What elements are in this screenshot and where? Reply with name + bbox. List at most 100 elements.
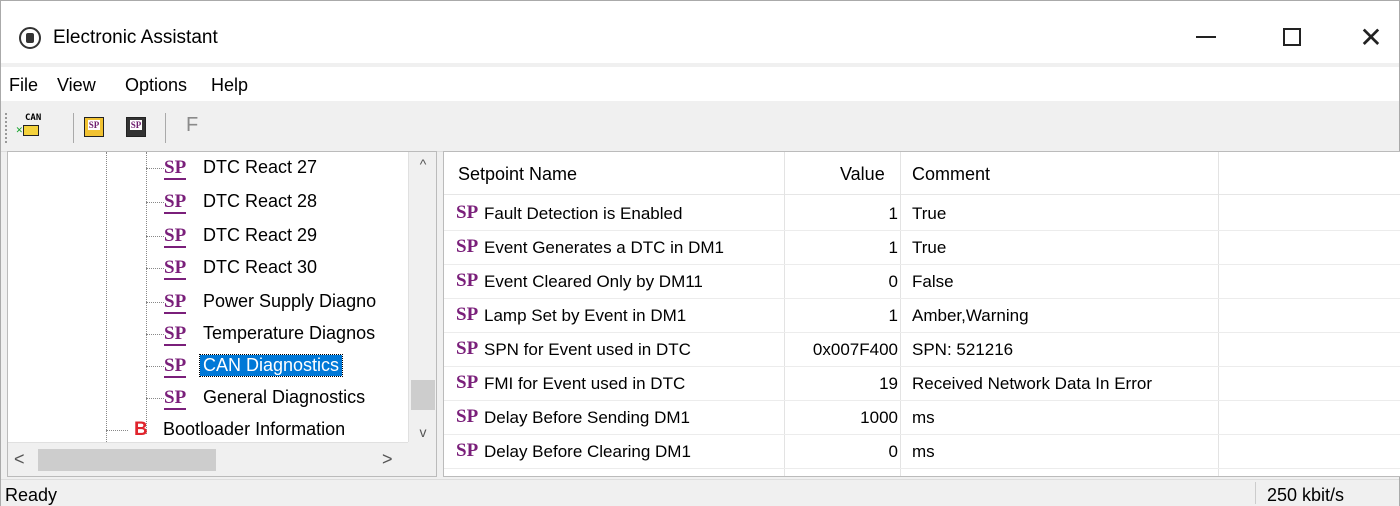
scrollbar-corner — [408, 442, 436, 476]
setpoint-comment: ms — [912, 408, 935, 427]
window-title: Electronic Assistant — [53, 27, 218, 48]
tree-item-label: DTC React 28 — [203, 191, 318, 211]
menu-help[interactable]: Help — [211, 75, 248, 96]
setpoint-icon: SP — [456, 440, 479, 461]
setpoint-value[interactable]: 1000 — [794, 408, 898, 428]
setpoint-icon: SP — [164, 355, 187, 378]
tree-item[interactable]: SP DTC React 30 — [8, 252, 408, 284]
bootloader-icon: B — [134, 419, 148, 440]
setpoint-icon: SP — [456, 270, 479, 291]
setpoint-name: Event Generates a DTC in DM1 — [484, 238, 724, 257]
setpoint-icon: SP — [456, 338, 479, 359]
tree-item-label: DTC React 30 — [203, 257, 318, 277]
tree-item[interactable]: SP Temperature Diagnos — [8, 318, 408, 350]
table-row[interactable]: SP Event Generates a DTC in DM1 1 True — [444, 230, 1400, 265]
setpoint-value[interactable]: 1 — [794, 238, 898, 258]
setpoint-icon: SP — [164, 191, 187, 214]
toolbar-grip[interactable] — [5, 113, 10, 143]
open-setpoint-file-button[interactable]: SP — [81, 113, 109, 141]
setpoint-name: Delay Before Sending DM1 — [484, 408, 691, 427]
can-connect-button[interactable]: CAN ✕ — [15, 113, 43, 141]
title-bar[interactable]: Electronic Assistant ✕ — [1, 1, 1399, 63]
menu-view[interactable]: View — [57, 75, 96, 96]
close-button[interactable]: ✕ — [1346, 17, 1396, 57]
setpoint-comment: Amber,Warning — [912, 306, 1029, 325]
table-row[interactable]: SP Event Cleared Only by DM11 0 False — [444, 264, 1400, 299]
save-setpoint-file-button[interactable]: SP — [123, 113, 151, 141]
setpoint-comment: False — [912, 272, 954, 291]
setpoint-value[interactable]: 0 — [794, 272, 898, 292]
app-window: Electronic Assistant ✕ File View Options… — [0, 0, 1400, 506]
column-header-value[interactable]: Value — [840, 164, 885, 185]
setpoint-value[interactable]: 0x007F400 — [794, 340, 898, 360]
setpoint-icon: SP — [456, 236, 479, 257]
scroll-up-icon[interactable]: ^ — [409, 156, 436, 172]
setpoint-value[interactable]: 0 — [794, 442, 898, 462]
scroll-right-icon[interactable]: > — [382, 449, 393, 470]
setpoint-value[interactable]: 1 — [794, 204, 898, 224]
scroll-down-icon[interactable]: v — [409, 424, 436, 440]
tree-item[interactable]: SP DTC React 28 — [8, 186, 408, 218]
setpoint-value[interactable]: 1 — [794, 306, 898, 326]
setpoint-name: FMI for Event used in DTC — [484, 374, 686, 393]
tree-item-label: DTC React 27 — [203, 157, 318, 177]
tree-item[interactable]: SP DTC React 27 — [8, 152, 408, 184]
setpoint-name: Fault Detection is Enabled — [484, 204, 683, 223]
column-header-name[interactable]: Setpoint Name — [458, 164, 577, 185]
setpoint-icon: SP — [164, 291, 187, 314]
app-logo-icon — [19, 27, 41, 49]
setpoint-comment: Received Network Data In Error — [912, 374, 1152, 393]
open-setpoint-icon: SP — [84, 117, 104, 137]
setpoint-icon: SP — [456, 406, 479, 427]
tree-item[interactable]: SP DTC React 29 — [8, 220, 408, 252]
scroll-thumb[interactable] — [411, 380, 435, 410]
toolbar-separator — [73, 113, 74, 143]
flash-button[interactable]: F — [186, 114, 198, 137]
setpoint-icon: SP — [456, 304, 479, 325]
tree-item-label: Bootloader Information — [163, 419, 346, 439]
setpoint-icon: SP — [164, 387, 187, 410]
scroll-thumb[interactable] — [38, 449, 216, 471]
setpoint-value[interactable]: 19 — [794, 374, 898, 394]
tree-vertical-scrollbar[interactable]: ^ v — [408, 152, 436, 442]
setpoint-icon: SP — [164, 157, 187, 180]
table-row[interactable]: SP SPN for Event used in DTC 0x007F400 S… — [444, 332, 1400, 367]
tree-item-label: Temperature Diagnos — [203, 323, 376, 343]
setpoint-icon: SP — [456, 202, 479, 223]
tree-item-label: DTC React 29 — [203, 225, 318, 245]
table-row[interactable]: SP Fault Detection is Enabled 1 True — [444, 196, 1400, 231]
setpoint-name: SPN for Event used in DTC — [484, 340, 691, 359]
menu-file[interactable]: File — [9, 75, 38, 96]
menu-options[interactable]: Options — [125, 75, 187, 96]
tree-horizontal-scrollbar[interactable]: < > — [8, 442, 408, 476]
setpoint-icon: SP — [456, 372, 479, 393]
status-text: Ready — [5, 485, 58, 505]
setpoint-tree[interactable]: SP DTC React 27 SP DTC React 28 SP DTC R… — [7, 151, 437, 477]
maximize-button[interactable] — [1267, 17, 1317, 57]
table-row[interactable]: SP FMI for Event used in DTC 19 Received… — [444, 366, 1400, 401]
setpoint-icon: SP — [164, 257, 187, 280]
tree-item-label: General Diagnostics — [203, 387, 366, 407]
table-row[interactable]: SP Delay Before Clearing DM1 0 ms — [444, 434, 1400, 469]
menu-bar: File View Options Help — [1, 67, 1399, 101]
tree-item-label: CAN Diagnostics — [198, 354, 344, 377]
can-connect-icon: CAN — [25, 113, 42, 123]
save-setpoint-icon: SP — [126, 117, 146, 137]
scroll-left-icon[interactable]: < — [14, 449, 25, 470]
setpoint-comment: True — [912, 204, 947, 223]
table-header: Setpoint Name Value Comment — [444, 152, 1400, 195]
tree-item-selected[interactable]: SP CAN Diagnostics — [8, 350, 408, 382]
table-row[interactable]: SP Delay Before Sending DM1 1000 ms — [444, 400, 1400, 435]
minimize-button[interactable] — [1181, 17, 1231, 57]
toolbar: CAN ✕ SP SP F — [1, 103, 1399, 152]
tree-item[interactable]: SP Power Supply Diagno — [8, 286, 408, 318]
tree-item[interactable]: SP General Diagnostics — [8, 382, 408, 414]
table-row[interactable]: SP Lamp Set by Event in DM1 1 Amber,Warn… — [444, 298, 1400, 333]
setpoint-comment: True — [912, 238, 947, 257]
tree-item-label: Power Supply Diagno — [203, 291, 377, 311]
baud-rate-indicator: 250 kbit/s — [1267, 485, 1345, 505]
column-header-comment[interactable]: Comment — [912, 164, 990, 185]
setpoint-name: Event Cleared Only by DM11 — [484, 272, 703, 291]
setpoint-icon: SP — [164, 225, 187, 248]
setpoint-table: Setpoint Name Value Comment SP Fault Det… — [443, 151, 1400, 477]
